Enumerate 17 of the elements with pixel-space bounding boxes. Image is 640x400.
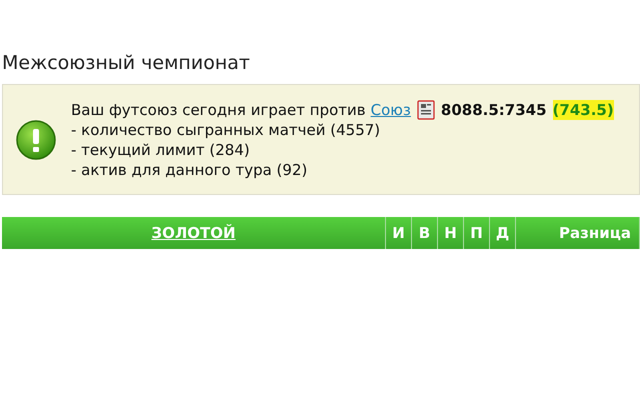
column-header: В xyxy=(412,217,438,249)
column-header: И xyxy=(386,217,412,249)
score-text: 8088.5:7345 xyxy=(440,100,547,120)
document-icon[interactable] xyxy=(416,100,435,120)
notice-item: - количество сыгранных матчей (4557) xyxy=(71,120,382,140)
column-header[interactable]: ЗОЛОТОЙ xyxy=(2,217,386,249)
column-header: Разница xyxy=(516,217,640,249)
page-title: Межсоюзный чемпионат xyxy=(1,51,251,76)
team-link[interactable]: Союз xyxy=(370,100,411,120)
notice-text: Ваш футсоюз сегодня играет против xyxy=(71,100,366,120)
column-header: Д xyxy=(490,217,516,249)
difference-text: (743.5) xyxy=(552,100,614,120)
column-header: П xyxy=(464,217,490,249)
column-header: Н xyxy=(438,217,464,249)
notice-item: - текущий лимит (284) xyxy=(71,140,251,160)
exclamation-icon xyxy=(15,118,57,160)
notice-item: - актив для данного тура (92) xyxy=(71,160,308,180)
